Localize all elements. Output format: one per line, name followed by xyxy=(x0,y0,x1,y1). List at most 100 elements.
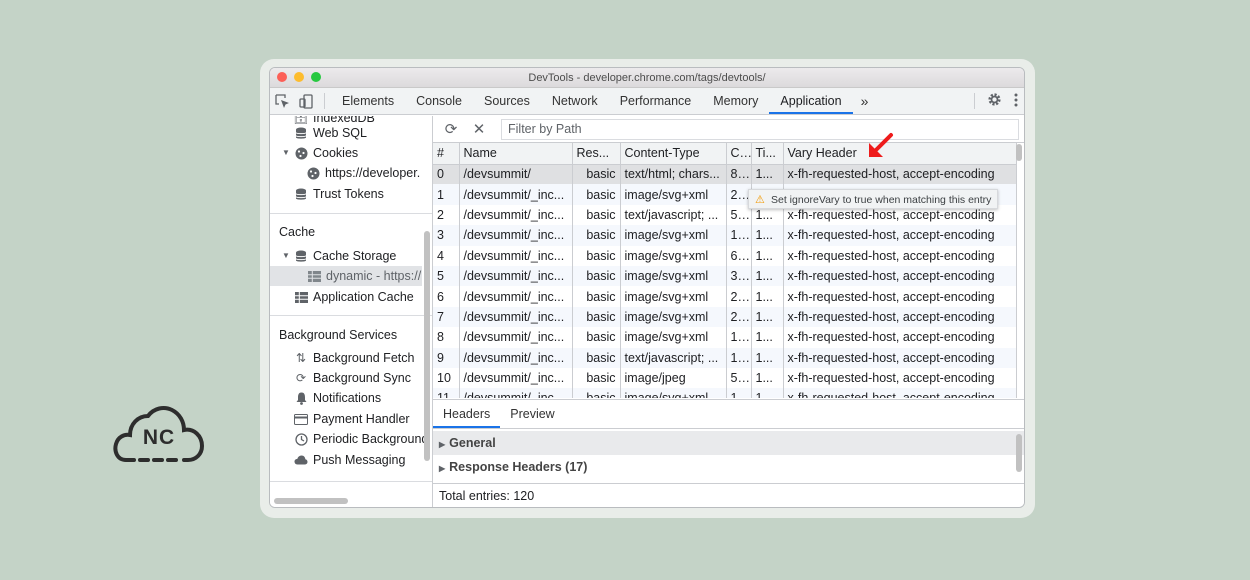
tab-headers[interactable]: Headers xyxy=(433,400,501,428)
cell-vary-header: x-fh-requested-host, accept-encoding xyxy=(783,388,1017,398)
clock-icon xyxy=(294,432,308,446)
table-row[interactable]: 7/devsummit/_inc... basic image/svg+xml 2..… xyxy=(433,306,1017,328)
cell-name: /devsummit/_inc... xyxy=(459,327,573,348)
cell-response-type: basic xyxy=(572,225,621,246)
cell-index: 0 xyxy=(433,164,460,185)
cell-content-type: image/svg+xml xyxy=(620,225,727,246)
refresh-icon[interactable]: ⟳ xyxy=(441,120,461,138)
cell-response-type: basic xyxy=(572,164,621,185)
sidebar-item-background-sync[interactable]: ⟳ Background Sync xyxy=(294,368,411,388)
tab-sources[interactable]: Sources xyxy=(473,88,541,114)
bell-icon xyxy=(294,391,308,405)
cache-entries-grid: # Name Res... Content-Type C... Ti... Va… xyxy=(433,143,1024,398)
table-row[interactable]: 10/devsummit/_inc... basic image/jpeg 5... 1… xyxy=(433,367,1017,389)
device-toolbar-icon[interactable] xyxy=(294,88,318,114)
sidebar-item-cookie-origin[interactable]: https://developer. xyxy=(306,163,420,183)
cell-time-cached: 1... xyxy=(751,245,784,266)
cell-time-cached: 1... xyxy=(751,367,784,389)
table-row[interactable]: 9/devsummit/_inc... basic text/javascript;… xyxy=(433,347,1017,368)
column-header-name[interactable]: Name xyxy=(459,143,573,165)
table-row[interactable]: 8/devsummit/_inc... basic image/svg+xml 1..… xyxy=(433,327,1017,348)
table-row[interactable]: 3/devsummit/_inc... basic image/svg+xml 1..… xyxy=(433,225,1017,246)
general-section-header[interactable]: ▶ General xyxy=(433,431,1024,455)
cell-name: /devsummit/_inc... xyxy=(459,367,573,389)
tab-network[interactable]: Network xyxy=(541,88,609,114)
sidebar-vertical-scrollbar[interactable] xyxy=(424,231,430,461)
column-header-content-type[interactable]: Content-Type xyxy=(620,143,727,165)
tab-application[interactable]: Application xyxy=(769,88,853,114)
inspect-element-icon[interactable] xyxy=(270,88,294,114)
database-icon xyxy=(294,126,308,140)
cell-content-type: image/svg+xml xyxy=(620,388,727,398)
vary-header-tooltip: ⚠ Set ignoreVary to true when matching t… xyxy=(748,189,999,209)
column-header-time-cached[interactable]: Ti... xyxy=(751,143,784,165)
sidebar-item-push-messaging[interactable]: Push Messaging xyxy=(294,450,405,470)
title-bar: DevTools - developer.chrome.com/tags/dev… xyxy=(270,68,1024,88)
column-header-response-type[interactable]: Res... xyxy=(572,143,621,165)
grid-vertical-scrollbar[interactable] xyxy=(1016,144,1022,161)
sidebar-item-dynamic-cache[interactable]: dynamic - https:// xyxy=(270,266,422,286)
expand-triangle-icon[interactable]: ▼ xyxy=(282,246,290,266)
sidebar-item-cookies[interactable]: ▼ Cookies xyxy=(282,143,358,163)
cell-vary-header: x-fh-requested-host, accept-encoding xyxy=(783,286,1017,307)
tab-memory[interactable]: Memory xyxy=(702,88,769,114)
expand-triangle-icon: ▶ xyxy=(439,464,446,473)
card-icon xyxy=(294,412,308,426)
tab-elements[interactable]: Elements xyxy=(331,88,405,114)
cell-response-type: basic xyxy=(572,265,621,287)
sidebar-horizontal-scrollbar[interactable] xyxy=(274,498,348,504)
sidebar-item-periodic-background[interactable]: Periodic Background xyxy=(294,429,428,449)
table-row[interactable]: 4/devsummit/_inc... basic image/svg+xml 6..… xyxy=(433,245,1017,266)
details-vertical-scrollbar[interactable] xyxy=(1016,434,1022,472)
table-row[interactable]: 11/devsummit/_inc...basicimage/svg+xml1.… xyxy=(433,388,1017,398)
cell-index: 1 xyxy=(433,184,460,205)
cell-content-type: text/javascript; ... xyxy=(620,204,727,226)
table-icon xyxy=(294,290,308,304)
sidebar-item-cache-storage[interactable]: ▼ Cache Storage xyxy=(282,246,396,266)
cell-vary-header: x-fh-requested-host, accept-encoding xyxy=(783,164,1017,185)
column-header-content-length[interactable]: C... xyxy=(726,143,752,165)
cell-content-length: 1... xyxy=(726,388,752,398)
cell-content-length: 2... xyxy=(726,286,752,307)
cell-content-length: 2... xyxy=(726,306,752,328)
cell-vary-header: x-fh-requested-host, accept-encoding xyxy=(783,265,1017,287)
zoom-window-button[interactable] xyxy=(311,72,321,82)
cell-index: 7 xyxy=(433,306,460,328)
table-row[interactable]: 5/devsummit/_inc... basic image/svg+xml 3..… xyxy=(433,265,1017,287)
cell-response-type: basic xyxy=(572,347,621,368)
minimize-window-button[interactable] xyxy=(294,72,304,82)
cell-content-length: 6... xyxy=(726,245,752,266)
column-header-vary-header[interactable]: Vary Header xyxy=(783,143,1017,165)
sidebar-item-websql[interactable]: Web SQL xyxy=(294,123,367,143)
column-header-index[interactable]: # xyxy=(433,143,460,165)
sidebar-item-notifications[interactable]: Notifications xyxy=(294,388,381,408)
close-window-button[interactable] xyxy=(277,72,287,82)
cloud-icon xyxy=(294,453,308,467)
total-entries-status: Total entries: 120 xyxy=(433,483,1024,507)
cell-content-length: 8... xyxy=(726,164,752,185)
sidebar-item-trust-tokens[interactable]: Trust Tokens xyxy=(294,184,384,204)
cell-time-cached: 1... xyxy=(751,265,784,287)
sidebar-item-application-cache[interactable]: Application Cache xyxy=(294,287,414,307)
cell-content-length: 1... xyxy=(726,347,752,368)
delete-x-icon[interactable]: ✕ xyxy=(469,120,489,138)
kebab-menu-icon[interactable] xyxy=(1014,93,1018,110)
cell-name: /devsummit/_inc... xyxy=(459,347,573,368)
tab-performance[interactable]: Performance xyxy=(609,88,703,114)
red-arrow-annotation-icon xyxy=(869,133,893,157)
gear-icon[interactable] xyxy=(987,92,1002,110)
sidebar-item-payment-handler[interactable]: Payment Handler xyxy=(294,409,410,429)
expand-triangle-icon: ▶ xyxy=(439,440,446,449)
sidebar-item-background-fetch[interactable]: ⇅ Background Fetch xyxy=(294,348,414,368)
expand-triangle-icon[interactable]: ▼ xyxy=(282,143,290,163)
cell-content-type: image/svg+xml xyxy=(620,184,727,205)
filter-by-path-input[interactable] xyxy=(501,118,1019,140)
tab-console[interactable]: Console xyxy=(405,88,473,114)
table-row[interactable]: 6/devsummit/_inc... basic image/svg+xml 2..… xyxy=(433,286,1017,307)
cell-vary-header: x-fh-requested-host, accept-encoding xyxy=(783,306,1017,328)
cell-content-type: image/svg+xml xyxy=(620,306,727,328)
more-tabs-icon[interactable]: » xyxy=(853,88,877,114)
table-row[interactable]: 0/devsummit/basic text/html; chars... 8...… xyxy=(433,164,1017,185)
response-headers-section-header[interactable]: ▶ Response Headers (17) xyxy=(433,455,1024,479)
tab-preview[interactable]: Preview xyxy=(500,400,564,428)
